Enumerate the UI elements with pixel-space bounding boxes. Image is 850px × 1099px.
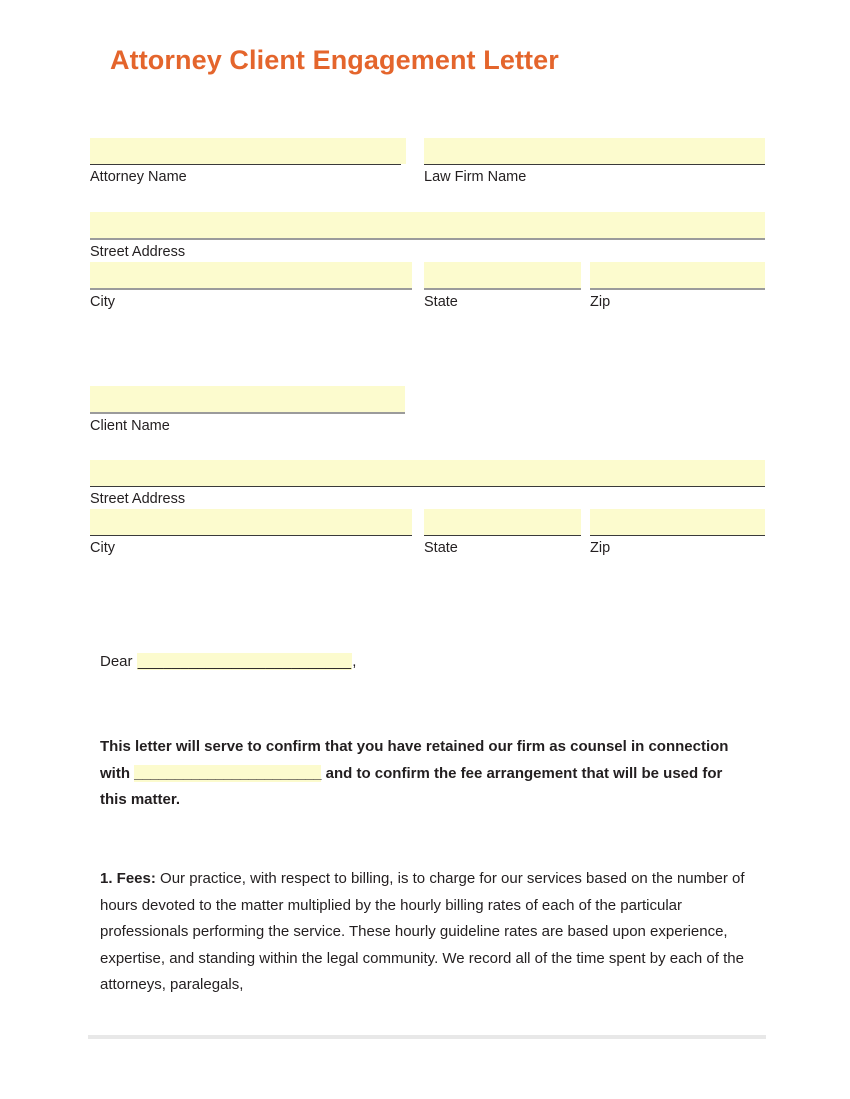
client-city-label: City [90,540,115,556]
client-name-field-group: Client Name [90,386,405,435]
salutation-line: Dear _________________________, [100,653,357,670]
fees-section-paragraph: 1. Fees: Our practice, with respect to b… [100,866,748,999]
client-state-label: State [424,540,458,556]
attorney-name-label: Attorney Name [90,169,187,185]
client-city-field-group: City [90,509,412,557]
attorney-state-field-group: State [424,262,581,311]
page-bottom-divider [88,1035,766,1039]
matter-description-blank-input[interactable]: _______________________ [134,764,322,782]
law-firm-name-label: Law Firm Name [424,169,527,185]
law-firm-name-field-group: Law Firm Name [424,138,765,186]
client-street-label: Street Address [90,491,186,507]
attorney-name-input[interactable] [90,138,406,164]
client-state-field-group: State [424,509,581,557]
attorney-name-field-group: Attorney Name [90,138,406,186]
salutation-suffix: , [352,653,357,670]
law-firm-name-input[interactable] [424,138,765,164]
attorney-state-label: State [424,294,458,310]
page-title: Attorney Client Engagement Letter [110,45,559,75]
attorney-city-label: City [90,294,115,310]
attorney-zip-label: Zip [590,294,611,310]
client-zip-field-group: Zip [590,509,765,557]
client-state-input[interactable] [424,509,581,535]
fees-section-label: 1. Fees: [100,870,156,887]
document-page: Attorney Client Engagement Letter Attorn… [0,0,850,1099]
client-name-label: Client Name [90,418,170,434]
client-street-field-group: Street Address [90,460,765,508]
attorney-city-field-group: City [90,262,412,311]
engagement-confirmation-paragraph: This letter will serve to confirm that y… [100,734,748,814]
salutation-blank-input[interactable]: _________________________ [136,653,353,670]
client-street-input[interactable] [90,460,765,486]
fees-section-body: Our practice, with respect to billing, i… [100,870,745,993]
attorney-city-input[interactable] [90,262,412,288]
attorney-street-label: Street Address [90,244,186,260]
attorney-state-input[interactable] [424,262,581,288]
client-zip-label: Zip [590,540,611,556]
client-city-input[interactable] [90,509,412,535]
client-name-input[interactable] [90,386,405,412]
attorney-zip-field-group: Zip [590,262,765,311]
attorney-zip-input[interactable] [590,262,765,288]
attorney-street-input[interactable] [90,212,765,238]
salutation-prefix: Dear [100,653,137,670]
client-zip-input[interactable] [590,509,765,535]
attorney-street-field-group: Street Address [90,212,765,261]
